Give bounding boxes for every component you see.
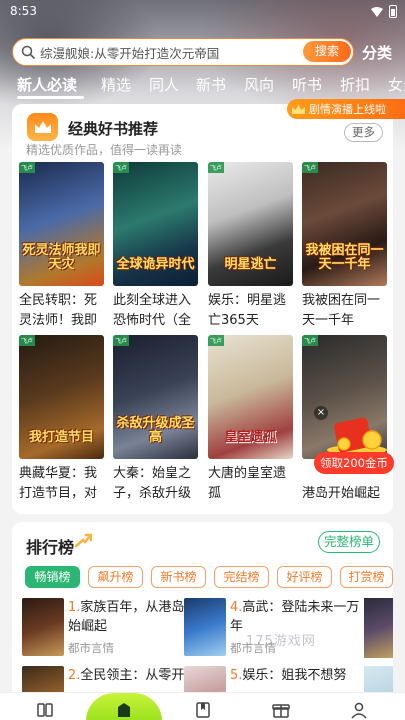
tab-fanfic[interactable]: 同人: [149, 74, 179, 95]
bookstore-tab[interactable]: [86, 693, 162, 720]
book-title: 大唐的皇室遗孤: [208, 466, 287, 501]
tab-active-indicator: [17, 96, 84, 99]
cover-title: 我打造节目: [28, 430, 94, 445]
close-icon[interactable]: ×: [314, 406, 328, 420]
chip-rising[interactable]: 飙升榜: [88, 566, 143, 588]
tab-trends[interactable]: 风向: [244, 74, 274, 95]
publisher-badge: 飞卢: [302, 335, 319, 346]
book-title: 此刻全球进入恐怖时代（全: [113, 293, 192, 328]
book-title: 我被困在同一天一千年: [302, 293, 381, 328]
book-title: 大秦：始皇之子，杀敌升级: [113, 466, 192, 501]
book-cover: 飞卢 皇室遗孤: [208, 335, 293, 459]
ranking-name: 5.娱乐：姐我不想努: [230, 668, 347, 683]
book-title: 全民转职：死灵法师！我即: [19, 293, 98, 328]
book-item[interactable]: 飞卢 全球诡异时代 此刻全球进入恐怖时代（全: [113, 162, 198, 331]
ranking-card: 排行榜 完整榜单 畅销榜 飙升榜 新书榜 完结榜 好评榜 打赏榜 1.家族百年，…: [12, 522, 393, 720]
trend-arrow-icon: [74, 533, 92, 548]
profile-icon[interactable]: [350, 701, 368, 719]
book-item[interactable]: 飞卢 杀敌升级成圣高 大秦：始皇之子，杀敌升级: [113, 335, 198, 504]
full-ranking-button[interactable]: 完整榜单: [318, 531, 380, 553]
book-item[interactable]: 飞卢 死灵法师我即天灾 全民转职：死灵法师！我即: [19, 162, 104, 331]
book-item[interactable]: 飞卢 我被困在同一天一千年 我被困在同一天一千年: [302, 162, 387, 331]
ranking-cover: [184, 598, 226, 656]
tab-audiobooks[interactable]: 听书: [292, 74, 322, 95]
ranking-cover: [22, 598, 64, 656]
search-row: 综漫舰娘:从零开始打造次元帝国 搜索 分类: [12, 38, 393, 66]
book-item[interactable]: 飞卢 我打造节目 典藏华夏：我打造节目，对: [19, 335, 104, 504]
tab-female[interactable]: 女生: [388, 74, 405, 95]
book-title-partial: 港岛开始崛起: [302, 486, 381, 501]
status-icons: [371, 5, 397, 18]
chip-tipped[interactable]: 打赏榜: [340, 566, 393, 588]
book-cover: 飞卢 我被困在同一天一千年: [302, 162, 387, 286]
cover-title: 皇室遗孤: [224, 430, 277, 445]
ranking-title: 排行榜: [26, 538, 75, 557]
cover-title: 杀敌升级成圣高: [116, 416, 195, 445]
crown-logo-icon: [27, 113, 58, 141]
chip-bestseller[interactable]: 畅销榜: [25, 566, 80, 588]
audio-drama-promo[interactable]: 剧情演播上线啦: [287, 99, 405, 119]
chip-rated[interactable]: 好评榜: [277, 566, 332, 588]
cover-title: 我被困在同一天一千年: [305, 243, 384, 272]
claim-coins-button[interactable]: 领取200金币: [314, 452, 394, 474]
publisher-badge: 飞卢: [208, 335, 225, 346]
publisher-badge: 飞卢: [113, 162, 130, 173]
tab-new-books[interactable]: 新书: [196, 74, 226, 95]
promo-label: 剧情演播上线啦: [309, 103, 386, 116]
ranking-name: 1.家族百年，从港岛开始崛起: [68, 600, 198, 634]
tab-newcomer[interactable]: 新人必读: [17, 74, 77, 95]
book-cover: 飞卢 全球诡异时代: [113, 162, 198, 286]
ranking-item[interactable]: 4.高武：登陆未来一万年 都市言情: [184, 598, 369, 660]
wifi-icon: [371, 6, 383, 17]
battery-icon: [389, 5, 397, 18]
book-item[interactable]: 飞卢 明星逃亡 娱乐：明星逃亡365天: [208, 162, 293, 331]
red-packet-icon: [327, 417, 387, 455]
publisher-badge: 飞卢: [208, 162, 225, 173]
search-button[interactable]: 搜索: [303, 41, 351, 62]
ranking-name: 2.全民领主：从零开: [68, 668, 185, 683]
ranking-cover-partial: [364, 598, 393, 658]
channel-tabs: 新人必读 精选 同人 新书 风向 听书 折扣 女生: [0, 74, 405, 100]
book-item[interactable]: 飞卢 皇室遗孤 大唐的皇室遗孤: [208, 335, 293, 504]
ranking-item[interactable]: 1.家族百年，从港岛开始崛起 都市言情: [22, 598, 207, 660]
chip-finished[interactable]: 完结榜: [214, 566, 269, 588]
publisher-badge: 飞卢: [113, 335, 130, 346]
book-cover: 飞卢 我打造节目: [19, 335, 104, 459]
book-cover: 飞卢 杀敌升级成圣高: [113, 335, 198, 459]
publisher-badge: 飞卢: [19, 162, 36, 173]
book-cover: 飞卢 明星逃亡: [208, 162, 293, 286]
cover-title: 明星逃亡: [224, 257, 277, 272]
more-button[interactable]: 更多: [344, 123, 383, 142]
search-input[interactable]: 综漫舰娘:从零开始打造次元帝国: [40, 43, 280, 62]
category-icon[interactable]: [194, 701, 212, 719]
publisher-badge: 飞卢: [19, 335, 36, 346]
chip-new[interactable]: 新书榜: [151, 566, 206, 588]
search-icon: [21, 45, 35, 59]
bookstore-icon: [118, 703, 130, 717]
cover-title: 死灵法师我即天灾: [22, 243, 101, 272]
cover-title: 全球诡异时代: [116, 257, 195, 272]
publisher-badge: 飞卢: [302, 162, 319, 173]
section-subtitle: 精选优质作品，值得一读再读: [26, 143, 183, 157]
tab-discount[interactable]: 折扣: [340, 74, 370, 95]
bottom-nav: [0, 692, 405, 720]
coin-reward-widget[interactable]: × 领取200金币: [314, 406, 394, 478]
status-time: 8:53: [10, 4, 37, 18]
category-link[interactable]: 分类: [362, 42, 392, 63]
book-title: 典藏华夏：我打造节目，对: [19, 466, 98, 501]
ranking-genre: 都市言情: [68, 641, 114, 655]
tab-featured[interactable]: 精选: [101, 74, 131, 95]
site-watermark: 175游戏网: [246, 634, 316, 649]
status-bar: 8:53: [0, 0, 405, 22]
crown-icon: [292, 104, 305, 114]
search-box[interactable]: 综漫舰娘:从零开始打造次元帝国 搜索: [12, 38, 354, 66]
gift-icon[interactable]: [272, 701, 290, 719]
bookshelf-icon[interactable]: [36, 701, 54, 719]
book-cover: 飞卢 死灵法师我即天灾: [19, 162, 104, 286]
section-title: 经典好书推荐: [68, 120, 159, 138]
book-title: 娱乐：明星逃亡365天: [208, 293, 287, 328]
